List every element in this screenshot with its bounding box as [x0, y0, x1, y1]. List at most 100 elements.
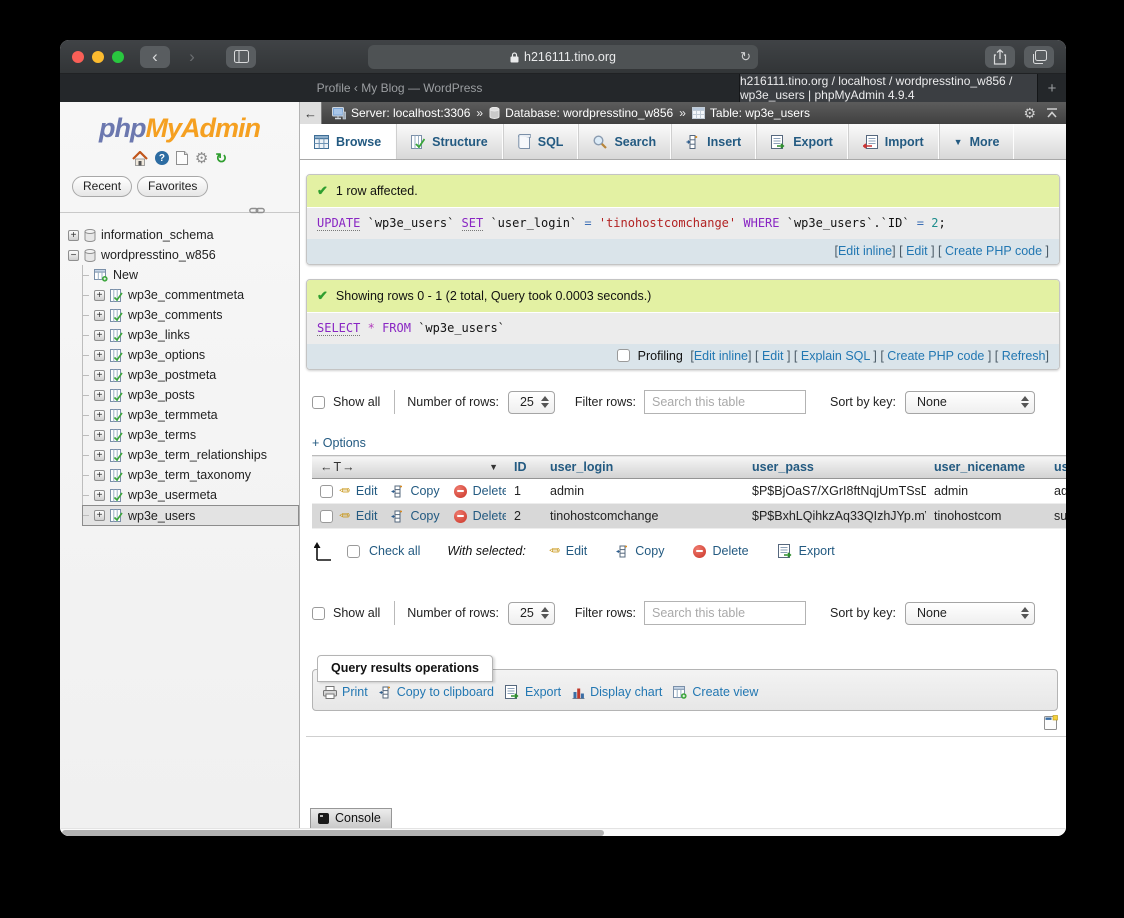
- sidebar-toggle-button[interactable]: [226, 46, 256, 68]
- help-icon[interactable]: ?: [155, 151, 169, 165]
- documentation-icon[interactable]: [176, 151, 188, 165]
- home-icon[interactable]: [132, 151, 148, 166]
- breadcrumb-server[interactable]: Server: localhost:3306: [332, 106, 470, 120]
- minimize-window-button[interactable]: [92, 51, 104, 63]
- new-tab-button[interactable]: +: [1038, 74, 1066, 102]
- nav-panel-collapse-button[interactable]: ←: [300, 102, 322, 124]
- filter-rows-input[interactable]: [644, 601, 806, 625]
- bulk-export-button[interactable]: Export: [778, 544, 835, 558]
- collapse-icon[interactable]: −: [68, 250, 79, 261]
- address-bar[interactable]: h216111.tino.org ↻: [368, 45, 758, 69]
- row-edit-link[interactable]: Edit: [356, 509, 378, 523]
- create-view-link[interactable]: Create view: [692, 685, 758, 699]
- tab-import[interactable]: Import: [848, 124, 939, 159]
- row-delete-link[interactable]: Delete: [473, 484, 506, 498]
- bulk-delete-button[interactable]: Delete: [693, 544, 748, 558]
- show-all-checkbox[interactable]: [312, 607, 325, 620]
- bulk-edit-button[interactable]: ✏Edit: [549, 543, 587, 559]
- sort-by-key-select[interactable]: None: [905, 602, 1035, 625]
- scrollbar-thumb[interactable]: [62, 830, 604, 836]
- profiling-checkbox[interactable]: [617, 349, 630, 362]
- tree-table-wp3e-posts[interactable]: + wp3e_posts: [83, 385, 299, 405]
- expand-icon[interactable]: +: [94, 510, 105, 521]
- copy-to-clipboard-link[interactable]: Copy to clipboard: [397, 685, 494, 699]
- row-copy-link[interactable]: Copy: [410, 509, 439, 523]
- expand-icon[interactable]: +: [94, 430, 105, 441]
- print-link[interactable]: Print: [342, 685, 368, 699]
- expand-icon[interactable]: +: [94, 370, 105, 381]
- open-new-window-icon[interactable]: [1044, 714, 1058, 732]
- favorites-tab[interactable]: Favorites: [137, 176, 208, 197]
- tree-db-wordpresstino[interactable]: − wordpresstino_w856: [68, 245, 299, 265]
- tab-more[interactable]: ▼ More: [939, 124, 1015, 159]
- filter-rows-input[interactable]: [644, 390, 806, 414]
- move-left-icon[interactable]: ←: [320, 460, 333, 474]
- sql-keyword[interactable]: SET: [462, 216, 484, 231]
- tab-search[interactable]: Search: [578, 124, 671, 159]
- tree-new-table[interactable]: New: [83, 265, 299, 285]
- create-php-code-link[interactable]: Create PHP code: [887, 349, 984, 363]
- tree-table-wp3e-postmeta[interactable]: + wp3e_postmeta: [83, 365, 299, 385]
- edit-link[interactable]: Edit: [762, 349, 784, 363]
- forward-button[interactable]: ›: [177, 46, 207, 68]
- refresh-link[interactable]: Refresh: [1002, 349, 1046, 363]
- export-link[interactable]: Export: [525, 685, 561, 699]
- explain-sql-link[interactable]: Explain SQL: [801, 349, 870, 363]
- row-delete-link[interactable]: Delete: [473, 509, 506, 523]
- column-header-user-login[interactable]: user_login: [542, 456, 744, 479]
- tree-table-wp3e-term-relationships[interactable]: + wp3e_term_relationships: [83, 445, 299, 465]
- tree-db-information-schema[interactable]: + information_schema: [68, 225, 299, 245]
- breadcrumb-database[interactable]: Database: wordpresstino_w856: [489, 106, 673, 120]
- options-toggle-link[interactable]: + Options: [312, 436, 366, 450]
- move-right-icon[interactable]: →: [342, 460, 355, 474]
- tab-sql[interactable]: SQL: [503, 124, 579, 159]
- sql-keyword[interactable]: SELECT: [317, 321, 360, 336]
- tree-table-wp3e-options[interactable]: + wp3e_options: [83, 345, 299, 365]
- tab-overview-button[interactable]: [1024, 46, 1054, 68]
- number-of-rows-select[interactable]: 25: [508, 391, 555, 414]
- tree-table-wp3e-links[interactable]: + wp3e_links: [83, 325, 299, 345]
- tree-table-wp3e-termmeta[interactable]: + wp3e_termmeta: [83, 405, 299, 425]
- column-header-user-email[interactable]: user_email: [1046, 456, 1066, 479]
- settings-gear-icon[interactable]: ⚙: [195, 151, 208, 166]
- link-chain-icon[interactable]: [249, 203, 265, 217]
- phpmyadmin-logo[interactable]: phpMyAdmin: [60, 113, 299, 144]
- expand-icon[interactable]: +: [68, 230, 79, 241]
- sql-keyword[interactable]: UPDATE: [317, 216, 360, 231]
- tree-table-wp3e-term-taxonomy[interactable]: + wp3e_term_taxonomy: [83, 465, 299, 485]
- expand-icon[interactable]: +: [94, 410, 105, 421]
- expand-icon[interactable]: +: [94, 390, 105, 401]
- expand-icon[interactable]: +: [94, 310, 105, 321]
- collapse-top-icon[interactable]: [1046, 108, 1058, 118]
- column-header-id[interactable]: ID: [506, 456, 542, 479]
- refresh-icon[interactable]: ↻: [215, 151, 227, 165]
- bulk-copy-button[interactable]: Copy: [616, 544, 664, 558]
- tree-table-wp3e-users-selected[interactable]: + wp3e_users: [82, 505, 299, 526]
- number-of-rows-select[interactable]: 25: [508, 602, 555, 625]
- row-copy-link[interactable]: Copy: [410, 484, 439, 498]
- tree-table-wp3e-commentmeta[interactable]: + wp3e_commentmeta: [83, 285, 299, 305]
- tree-table-wp3e-usermeta[interactable]: + wp3e_usermeta: [83, 485, 299, 505]
- breadcrumb-table[interactable]: Table: wp3e_users: [692, 106, 810, 120]
- show-all-checkbox[interactable]: [312, 396, 325, 409]
- share-button[interactable]: [985, 46, 1015, 68]
- tab-insert[interactable]: Insert: [671, 124, 756, 159]
- sort-by-key-select[interactable]: None: [905, 391, 1035, 414]
- create-php-code-link[interactable]: Create PHP code: [945, 244, 1042, 258]
- column-header-user-pass[interactable]: user_pass: [744, 456, 926, 479]
- row-edit-link[interactable]: Edit: [356, 484, 378, 498]
- tab-export[interactable]: Export: [756, 124, 848, 159]
- row-checkbox[interactable]: [320, 485, 333, 498]
- expand-icon[interactable]: +: [94, 350, 105, 361]
- expand-icon[interactable]: +: [94, 450, 105, 461]
- browser-tab-phpmyadmin[interactable]: h216111.tino.org / localhost / wordpress…: [740, 74, 1038, 102]
- console-toggle[interactable]: Console: [310, 808, 392, 828]
- edit-link[interactable]: Edit: [906, 244, 928, 258]
- tab-browse[interactable]: Browse: [300, 124, 396, 159]
- sort-descending-icon[interactable]: ▼: [489, 462, 498, 472]
- expand-icon[interactable]: +: [94, 330, 105, 341]
- column-header-user-nicename[interactable]: user_nicename: [926, 456, 1046, 479]
- back-button[interactable]: ‹: [140, 46, 170, 68]
- tree-table-wp3e-comments[interactable]: + wp3e_comments: [83, 305, 299, 325]
- check-all-checkbox[interactable]: [347, 545, 360, 558]
